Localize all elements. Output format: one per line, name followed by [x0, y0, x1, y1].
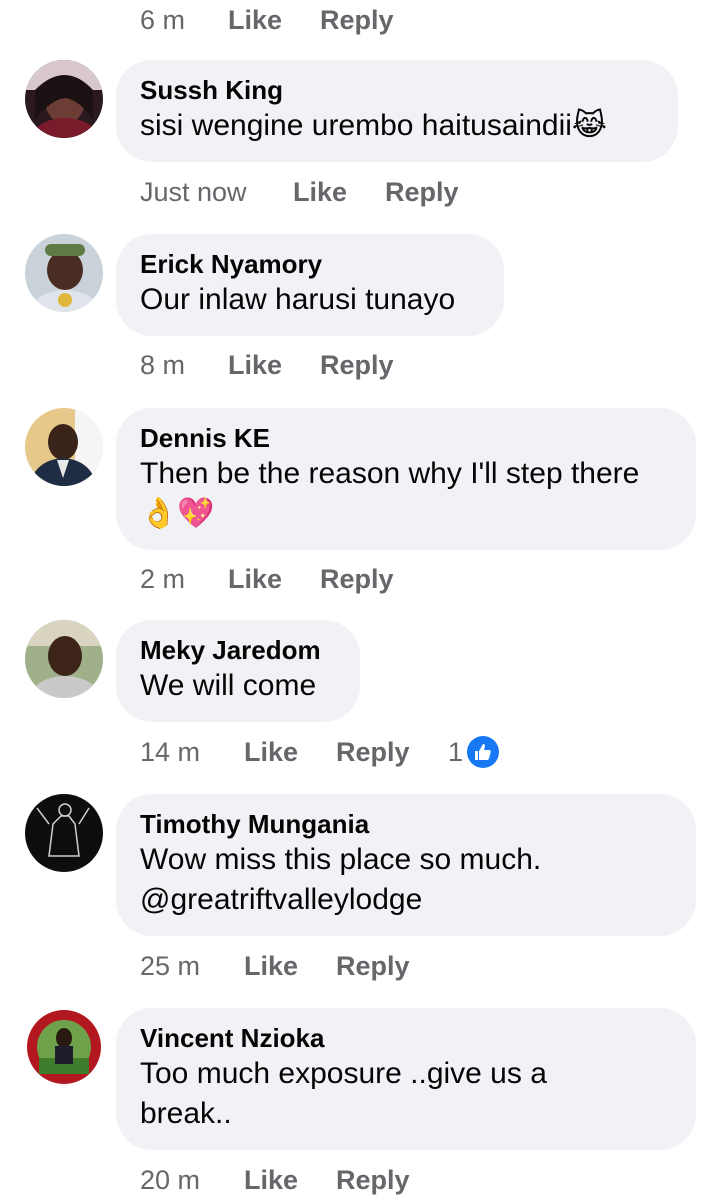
comment-actions: 6 m Like Reply — [140, 0, 394, 40]
like-button[interactable]: Like — [244, 1165, 336, 1196]
avatar[interactable] — [25, 408, 103, 486]
comment-text: Our inlaw harusi tunayo — [140, 283, 456, 316]
reply-button[interactable]: Reply — [336, 1165, 410, 1196]
comment-bubble: Erick Nyamory Our inlaw harusi tunayo — [116, 234, 504, 336]
comment-text-line: Too much exposure ..give us a — [140, 1057, 547, 1090]
commenter-name[interactable]: Dennis KE — [140, 422, 672, 454]
comment-text-line: Wow miss this place so much. — [140, 843, 542, 876]
comment-bubble: Vincent Nzioka Too much exposure ..give … — [116, 1008, 696, 1150]
comment-actions: 2 m Like Reply — [140, 559, 394, 599]
reply-button[interactable]: Reply — [336, 951, 410, 982]
avatar[interactable] — [25, 234, 103, 312]
avatar[interactable] — [25, 620, 103, 698]
like-button[interactable]: Like — [244, 951, 336, 982]
reply-button[interactable]: Reply — [320, 564, 394, 595]
comment-actions: Just now Like Reply — [140, 172, 459, 212]
reply-button[interactable]: Reply — [336, 737, 448, 768]
like-button[interactable]: Like — [228, 5, 320, 36]
comment-time: 8 m — [140, 349, 186, 380]
comment-time: 6 m — [140, 4, 186, 35]
comment-bubble: Dennis KE Then be the reason why I'll st… — [116, 408, 696, 550]
comment-time: Just now — [140, 176, 247, 207]
reaction-count: 1 — [448, 736, 464, 767]
comment-bubble: Meky Jaredom We will come — [116, 620, 360, 722]
like-button[interactable]: Like — [228, 350, 320, 381]
avatar[interactable] — [25, 1008, 103, 1086]
comment-time: 25 m — [140, 950, 201, 981]
like-button[interactable]: Like — [293, 177, 385, 208]
avatar[interactable] — [25, 794, 103, 872]
like-button[interactable]: Like — [228, 564, 320, 595]
comment-bubble: Timothy Mungania Wow miss this place so … — [116, 794, 696, 936]
commenter-name[interactable]: Timothy Mungania — [140, 808, 672, 840]
comment-bubble: Sussh King sisi wengine urembo haitusain… — [116, 60, 678, 162]
avatar[interactable] — [25, 60, 103, 138]
reply-button[interactable]: Reply — [385, 177, 459, 208]
reply-button[interactable]: Reply — [320, 350, 394, 381]
commenter-name[interactable]: Meky Jaredom — [140, 634, 336, 666]
thumbs-up-icon — [467, 736, 500, 768]
comment-time: 20 m — [140, 1164, 201, 1195]
mention-link[interactable]: @greatriftvalleylodge — [140, 880, 672, 920]
comments-thread: 6 m Like Reply Sussh King sisi wengine u… — [0, 0, 720, 1198]
comment-text: sisi wengine urembo haitusaindii😹 — [140, 106, 654, 146]
comment-actions: 20 m Like Reply — [140, 1160, 410, 1198]
avatar-image — [25, 408, 103, 486]
comment-actions: 14 m Like Reply 1 — [140, 732, 500, 772]
reply-button[interactable]: Reply — [320, 5, 394, 36]
commenter-name[interactable]: Erick Nyamory — [140, 248, 480, 280]
comment-actions: 8 m Like Reply — [140, 345, 394, 385]
comment-text-line: break.. — [140, 1097, 232, 1130]
laughing-cat-emoji-icon: 😹 — [571, 109, 607, 142]
comment-text-content: sisi wengine urembo haitusaindii — [140, 109, 572, 142]
commenter-name[interactable]: Sussh King — [140, 74, 654, 106]
ok-hand-sparkling-heart-emoji-icon: 👌💖 — [140, 497, 215, 530]
comment-time: 2 m — [140, 563, 186, 594]
comment-text: Then be the reason why I'll step there — [140, 457, 640, 490]
reaction-summary[interactable]: 1 — [448, 736, 500, 768]
comment-time: 14 m — [140, 736, 201, 767]
avatar-image — [25, 60, 103, 138]
like-button[interactable]: Like — [244, 737, 336, 768]
avatar-image — [25, 794, 103, 872]
comment-text: We will come — [140, 669, 317, 702]
commenter-name[interactable]: Vincent Nzioka — [140, 1022, 672, 1054]
avatar-image — [25, 620, 103, 698]
comment-actions: 25 m Like Reply — [140, 946, 410, 986]
avatar-image — [25, 1008, 103, 1086]
avatar-image — [25, 234, 103, 312]
